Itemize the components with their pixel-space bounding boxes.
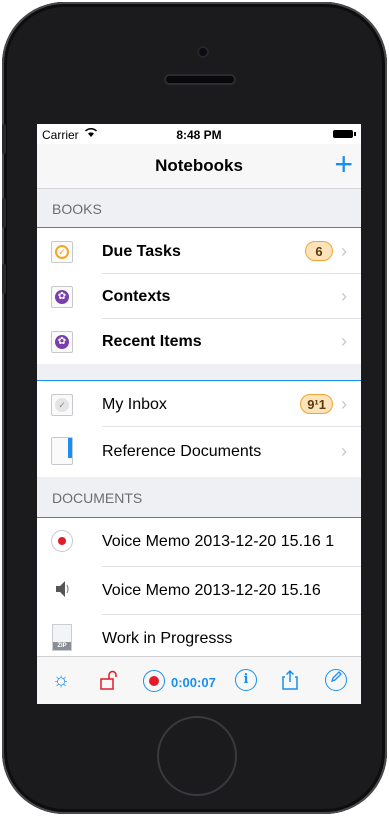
- earpiece-speaker: [166, 76, 234, 83]
- list-item-my-inbox[interactable]: ✓ My Inbox 9¹1 ›: [37, 382, 361, 427]
- record-button[interactable]: [143, 670, 165, 692]
- list-item-recent-items[interactable]: ✿ Recent Items ›: [37, 319, 361, 364]
- my-inbox-label: My Inbox: [102, 396, 167, 413]
- list-item-reference-documents[interactable]: Reference Documents ›: [37, 429, 361, 474]
- unlock-icon[interactable]: [97, 669, 121, 696]
- reference-documents-icon: [51, 437, 73, 465]
- chevron-right-icon: ›: [341, 286, 347, 306]
- chevron-right-icon: ›: [341, 441, 347, 461]
- battery-icon: [333, 130, 356, 138]
- list-item-contexts[interactable]: ✿ Contexts ›: [37, 274, 361, 319]
- inbox-icon: ✓: [51, 394, 73, 416]
- contexts-icon: ✿: [51, 286, 73, 308]
- compose-icon[interactable]: [325, 669, 347, 691]
- audio-file-icon: [51, 578, 73, 602]
- list-item-voice-memo-2[interactable]: Voice Memo 2013-12-20 15.16: [37, 568, 361, 615]
- due-tasks-icon: ✓: [51, 241, 73, 263]
- voice-memo-2-label: Voice Memo 2013-12-20 15.16: [102, 582, 321, 599]
- zip-file-icon: ZIP: [52, 624, 72, 651]
- add-button[interactable]: +: [334, 148, 353, 180]
- home-button[interactable]: [157, 716, 237, 796]
- volume-up-button: [2, 198, 6, 228]
- recent-items-label: Recent Items: [102, 333, 202, 350]
- chevron-right-icon: ›: [341, 394, 347, 414]
- voice-memo-record-icon: [51, 530, 73, 552]
- reference-documents-label: Reference Documents: [102, 443, 262, 460]
- chevron-right-icon: ›: [341, 241, 347, 261]
- sun-icon[interactable]: ☼: [49, 669, 73, 691]
- volume-down-button: [2, 264, 6, 294]
- mute-switch: [2, 124, 6, 154]
- recent-items-icon: ✿: [51, 331, 73, 353]
- section-header-books: BOOKS: [37, 189, 361, 228]
- list-item-due-tasks[interactable]: ✓ Due Tasks 6 ›: [37, 229, 361, 274]
- status-time: 8:48 PM: [176, 128, 222, 142]
- section-header-documents: DOCUMENTS: [37, 477, 361, 518]
- voice-memo-1-label: Voice Memo 2013-12-20 15.16 1: [102, 533, 335, 550]
- status-bar: Carrier 8:48 PM: [37, 124, 361, 144]
- work-in-progress-label: Work in Progresss: [102, 630, 233, 647]
- page-title: Notebooks: [155, 156, 243, 175]
- screen: Carrier 8:48 PM Notebooks + BOOKS ✓ Due …: [37, 124, 361, 704]
- nav-bar: Notebooks +: [37, 144, 361, 189]
- due-tasks-badge: 6: [305, 241, 333, 261]
- list-item-voice-memo-1[interactable]: Voice Memo 2013-12-20 15.16 1: [37, 519, 361, 567]
- front-camera: [197, 46, 209, 58]
- section-spacer: [37, 364, 361, 381]
- my-inbox-badge: 9¹1: [300, 394, 333, 414]
- bottom-toolbar: ☼ 0:00:07 i: [37, 656, 361, 704]
- info-icon[interactable]: i: [235, 669, 257, 691]
- due-tasks-label: Due Tasks: [102, 243, 181, 260]
- share-icon[interactable]: [279, 669, 301, 696]
- list-item-work-in-progress[interactable]: ZIP Work in Progresss: [37, 616, 361, 656]
- chevron-right-icon: ›: [341, 331, 347, 351]
- contexts-label: Contexts: [102, 288, 171, 305]
- record-timer: 0:00:07: [171, 675, 216, 690]
